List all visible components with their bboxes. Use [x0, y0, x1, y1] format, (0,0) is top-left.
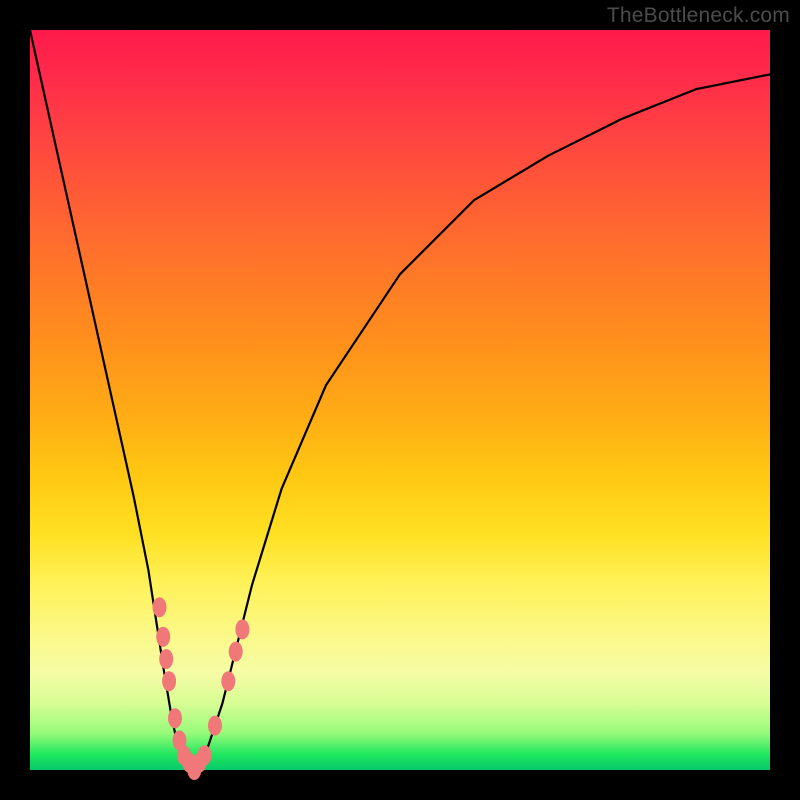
bottleneck-curve [30, 30, 770, 770]
curve-marker [162, 671, 176, 691]
curve-markers [153, 597, 250, 780]
chart-frame: TheBottleneck.com [0, 0, 800, 800]
curve-marker [156, 627, 170, 647]
watermark-text: TheBottleneck.com [607, 4, 790, 28]
plot-area [30, 30, 770, 770]
curve-marker [208, 716, 222, 736]
curve-marker [229, 642, 243, 662]
chart-svg [30, 30, 770, 770]
curve-marker [221, 671, 235, 691]
curve-marker [235, 619, 249, 639]
curve-marker [153, 597, 167, 617]
curve-marker [198, 745, 212, 765]
curve-marker [159, 649, 173, 669]
curve-marker [168, 708, 182, 728]
